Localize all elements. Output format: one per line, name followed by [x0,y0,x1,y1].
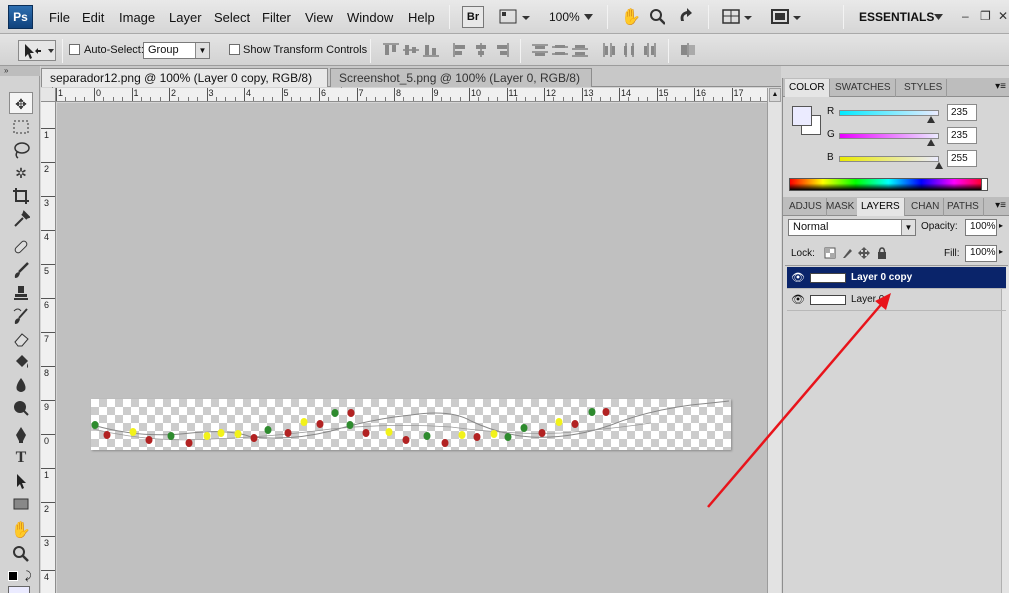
annotation-arrow [707,293,891,508]
